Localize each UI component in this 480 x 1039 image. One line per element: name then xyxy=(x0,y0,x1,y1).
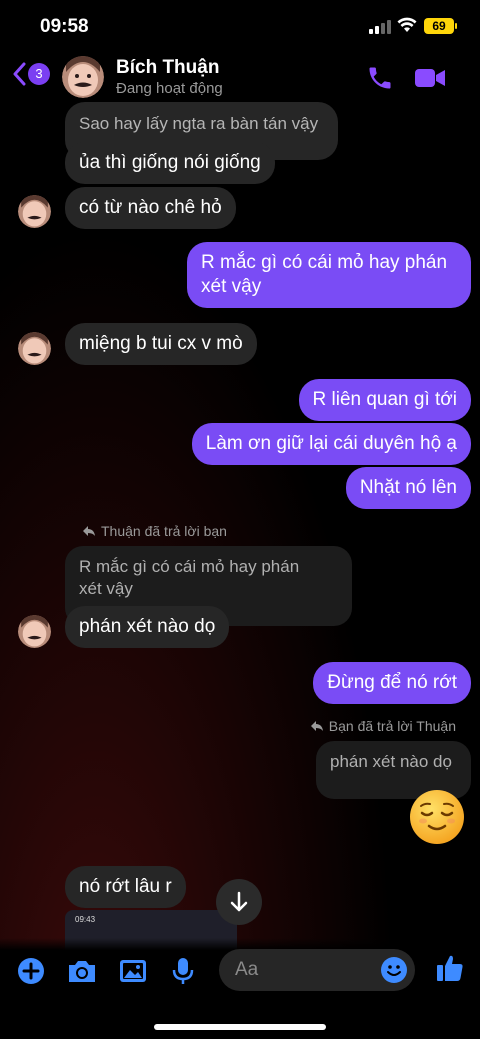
reply-label: Thuận đã trả lời bạn xyxy=(82,523,227,539)
gallery-icon[interactable] xyxy=(118,956,148,986)
reply-label-text: Thuận đã trả lời bạn xyxy=(101,523,227,539)
reply-arrow-icon xyxy=(310,721,323,731)
contact-name[interactable]: Bích Thuận xyxy=(116,57,219,79)
plus-icon[interactable] xyxy=(16,956,46,986)
message-bubble[interactable]: nó rớt lâu r xyxy=(65,866,186,908)
message-line: R mắc gì có cái mỏ hay phán xyxy=(201,252,448,273)
avatar[interactable] xyxy=(18,332,51,365)
arrow-down-icon xyxy=(230,891,248,912)
message-bubble-out[interactable]: R liên quan gì tới xyxy=(298,379,471,421)
reply-label: Bạn đã trả lời Thuận xyxy=(310,718,456,734)
message-input[interactable] xyxy=(235,949,375,991)
message-bubble[interactable]: ủa thì giống nói giống xyxy=(65,142,275,184)
message-bubble-out[interactable]: R mắc gì có cái mỏ hay phán xét vậy xyxy=(187,242,471,308)
microphone-icon[interactable] xyxy=(170,956,196,986)
avatar[interactable] xyxy=(18,195,51,228)
emoji-icon[interactable] xyxy=(380,956,408,984)
chevron-left-icon xyxy=(13,62,26,86)
status-bar: 09:58 69 xyxy=(0,0,480,52)
thumbs-up-icon[interactable] xyxy=(434,952,466,984)
relieved-face-emoji[interactable] xyxy=(408,788,466,846)
quoted-line: R mắc gì có cái mỏ hay phán xyxy=(79,557,300,576)
message-input-box[interactable] xyxy=(219,949,415,991)
wifi-icon xyxy=(397,17,417,32)
status-time: 09:58 xyxy=(40,16,89,37)
phone-call-icon[interactable] xyxy=(366,64,394,92)
video-call-icon[interactable] xyxy=(414,65,446,91)
unread-badge: 3 xyxy=(28,63,50,85)
reply-label-text: Bạn đã trả lời Thuận xyxy=(328,718,456,734)
chat-header: 3 Bích Thuận Đang hoạt động xyxy=(0,52,480,102)
message-bubble[interactable]: miệng b tui cx v mò xyxy=(65,323,257,365)
presence-status: Đang hoạt động xyxy=(116,80,223,97)
message-line: xét vậy xyxy=(201,276,262,297)
camera-icon[interactable] xyxy=(66,956,98,986)
scroll-to-bottom-button[interactable] xyxy=(216,879,262,925)
avatar[interactable] xyxy=(62,56,104,98)
thumbnail-time: 09:43 xyxy=(75,915,96,924)
home-indicator[interactable] xyxy=(154,1024,326,1030)
quoted-line: xét vậy xyxy=(79,579,133,598)
message-composer xyxy=(0,938,480,1039)
reply-arrow-icon xyxy=(83,526,95,536)
signal-icon xyxy=(369,20,391,34)
message-bubble[interactable]: phán xét nào dọ xyxy=(65,606,230,648)
message-bubble-out[interactable]: Nhặt nó lên xyxy=(345,467,471,509)
message-bubble-out[interactable]: Đừng để nó rớt xyxy=(313,662,471,704)
back-button[interactable]: 3 xyxy=(12,62,50,86)
message-bubble[interactable]: có từ nào chê hỏ xyxy=(65,187,236,229)
message-bubble-out[interactable]: Làm ơn giữ lại cái duyên hộ ạ xyxy=(191,423,471,465)
battery-icon: 69 xyxy=(424,18,457,34)
avatar[interactable] xyxy=(18,615,51,648)
